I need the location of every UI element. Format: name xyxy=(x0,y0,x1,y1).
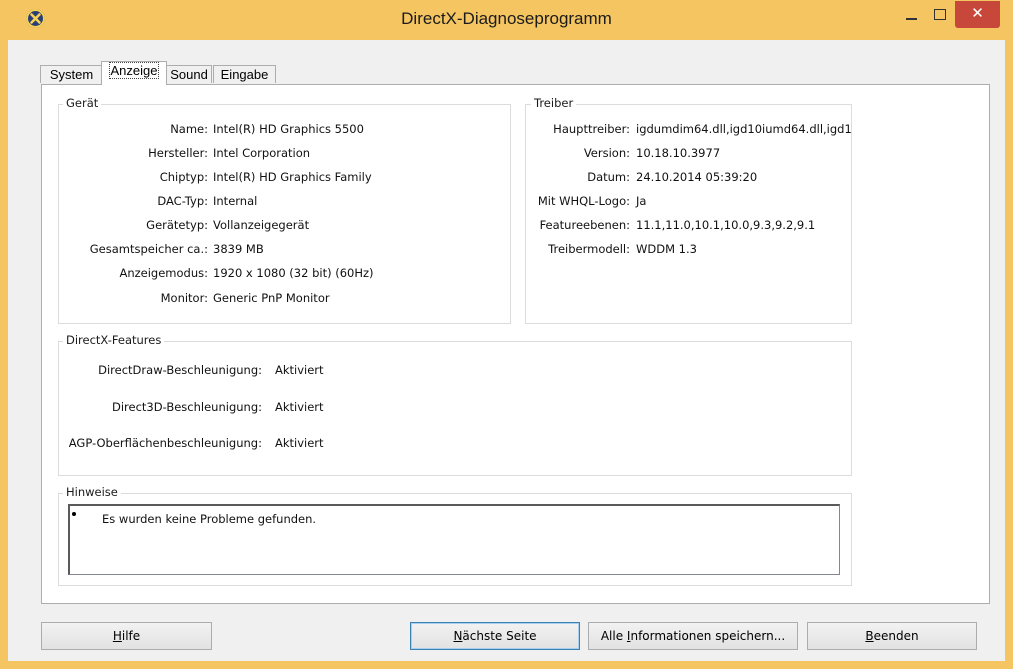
feature-direct3d-label: Direct3D-Beschleunigung: xyxy=(111,400,262,414)
device-name-value[interactable]: Intel(R) HD Graphics 5500 xyxy=(213,122,364,136)
feature-direct3d-value: Aktiviert xyxy=(275,400,324,414)
driver-whql-label: Mit WHQL-Logo: xyxy=(537,194,630,208)
device-name-label: Name: xyxy=(170,122,208,136)
notes-group-title: Hinweise xyxy=(63,485,121,499)
save-all-info-button[interactable]: Alle Informationen speichern... xyxy=(588,622,798,650)
driver-date-value[interactable]: 24.10.2014 05:39:20 xyxy=(636,170,757,184)
driver-model-value[interactable]: WDDM 1.3 xyxy=(636,242,697,256)
device-dactype-label: DAC-Typ: xyxy=(157,194,208,208)
driver-featurelevels-label: Featureebenen: xyxy=(539,218,630,232)
device-displaymode-value[interactable]: 1920 x 1080 (32 bit) (60Hz) xyxy=(213,266,374,280)
tab-sound[interactable]: Sound xyxy=(166,65,212,83)
notes-item: Es wurden keine Probleme gefunden. xyxy=(102,512,317,526)
close-icon: ✕ xyxy=(971,4,984,22)
device-chiptype-label: Chiptyp: xyxy=(159,170,208,184)
device-monitor-label: Monitor: xyxy=(160,291,208,305)
tab-system[interactable]: System xyxy=(40,65,103,83)
feature-agp-value: Aktiviert xyxy=(275,436,324,450)
next-page-button[interactable]: Nächste Seite xyxy=(410,622,580,650)
feature-directdraw-value: Aktiviert xyxy=(275,363,324,377)
tab-sound-label: Sound xyxy=(170,67,208,82)
bullet-icon xyxy=(72,512,76,516)
maximize-button[interactable] xyxy=(926,3,953,27)
device-devicetype-label: Gerätetyp: xyxy=(146,218,208,232)
driver-model-label: Treibermodell: xyxy=(548,242,630,256)
driver-whql-value[interactable]: Ja xyxy=(636,194,646,208)
driver-group xyxy=(525,104,852,324)
next-button-text: ächste Seite xyxy=(462,629,537,643)
directx-features-title: DirectX-Features xyxy=(63,333,165,347)
exit-button[interactable]: Beenden xyxy=(807,622,977,650)
tab-eingabe-label: Eingabe xyxy=(220,67,269,82)
tab-anzeige-label: Anzeige xyxy=(108,62,160,79)
help-button-accel: H xyxy=(112,629,122,643)
tab-eingabe[interactable]: Eingabe xyxy=(213,65,276,83)
tab-anzeige[interactable]: Anzeige xyxy=(101,61,167,85)
device-dactype-value[interactable]: Internal xyxy=(213,194,257,208)
feature-agp-label: AGP-Oberflächenbeschleunigung: xyxy=(68,436,262,450)
save-button-text-pre: Alle xyxy=(600,629,627,643)
dxdiag-window: DirectX-Diagnoseprogramm ✕ System Anzeig… xyxy=(0,0,1013,669)
close-button[interactable]: ✕ xyxy=(955,1,1000,28)
exit-button-accel: B xyxy=(865,629,874,643)
exit-button-text: eenden xyxy=(873,629,919,643)
device-memory-label: Gesamtspeicher ca.: xyxy=(89,242,208,256)
device-memory-value[interactable]: 3839 MB xyxy=(213,242,264,256)
driver-main-label: Haupttreiber: xyxy=(553,122,630,136)
device-devicetype-value[interactable]: Vollanzeigegerät xyxy=(213,218,309,232)
feature-directdraw-label: DirectDraw-Beschleunigung: xyxy=(98,363,262,377)
device-manufacturer-label: Hersteller: xyxy=(148,146,208,160)
driver-featurelevels-value[interactable]: 11.1,11.0,10.1,10.0,9.3,9.2,9.1 xyxy=(636,218,815,232)
device-group-title: Gerät xyxy=(63,96,102,110)
device-monitor-value[interactable]: Generic PnP Monitor xyxy=(213,291,330,305)
notes-textbox[interactable]: Es wurden keine Probleme gefunden. xyxy=(68,504,840,575)
device-displaymode-label: Anzeigemodus: xyxy=(119,266,208,280)
save-button-text: nformationen speichern... xyxy=(630,629,786,643)
device-manufacturer-value[interactable]: Intel Corporation xyxy=(213,146,310,160)
driver-date-label: Datum: xyxy=(587,170,630,184)
window-title: DirectX-Diagnoseprogramm xyxy=(401,9,612,28)
tab-system-label: System xyxy=(49,67,94,82)
device-chiptype-value[interactable]: Intel(R) HD Graphics Family xyxy=(213,170,372,184)
title-bar[interactable]: DirectX-Diagnoseprogramm ✕ xyxy=(0,0,1013,40)
help-button[interactable]: Hilfe xyxy=(41,622,212,650)
driver-main-value[interactable]: igdumdim64.dll,igd10iumd64.dll,igd1 xyxy=(636,122,851,136)
help-button-text: ilfe xyxy=(121,629,141,643)
driver-group-title: Treiber xyxy=(531,96,577,110)
driver-version-value[interactable]: 10.18.10.3977 xyxy=(636,146,720,160)
driver-version-label: Version: xyxy=(583,146,630,160)
minimize-button[interactable] xyxy=(898,3,925,27)
